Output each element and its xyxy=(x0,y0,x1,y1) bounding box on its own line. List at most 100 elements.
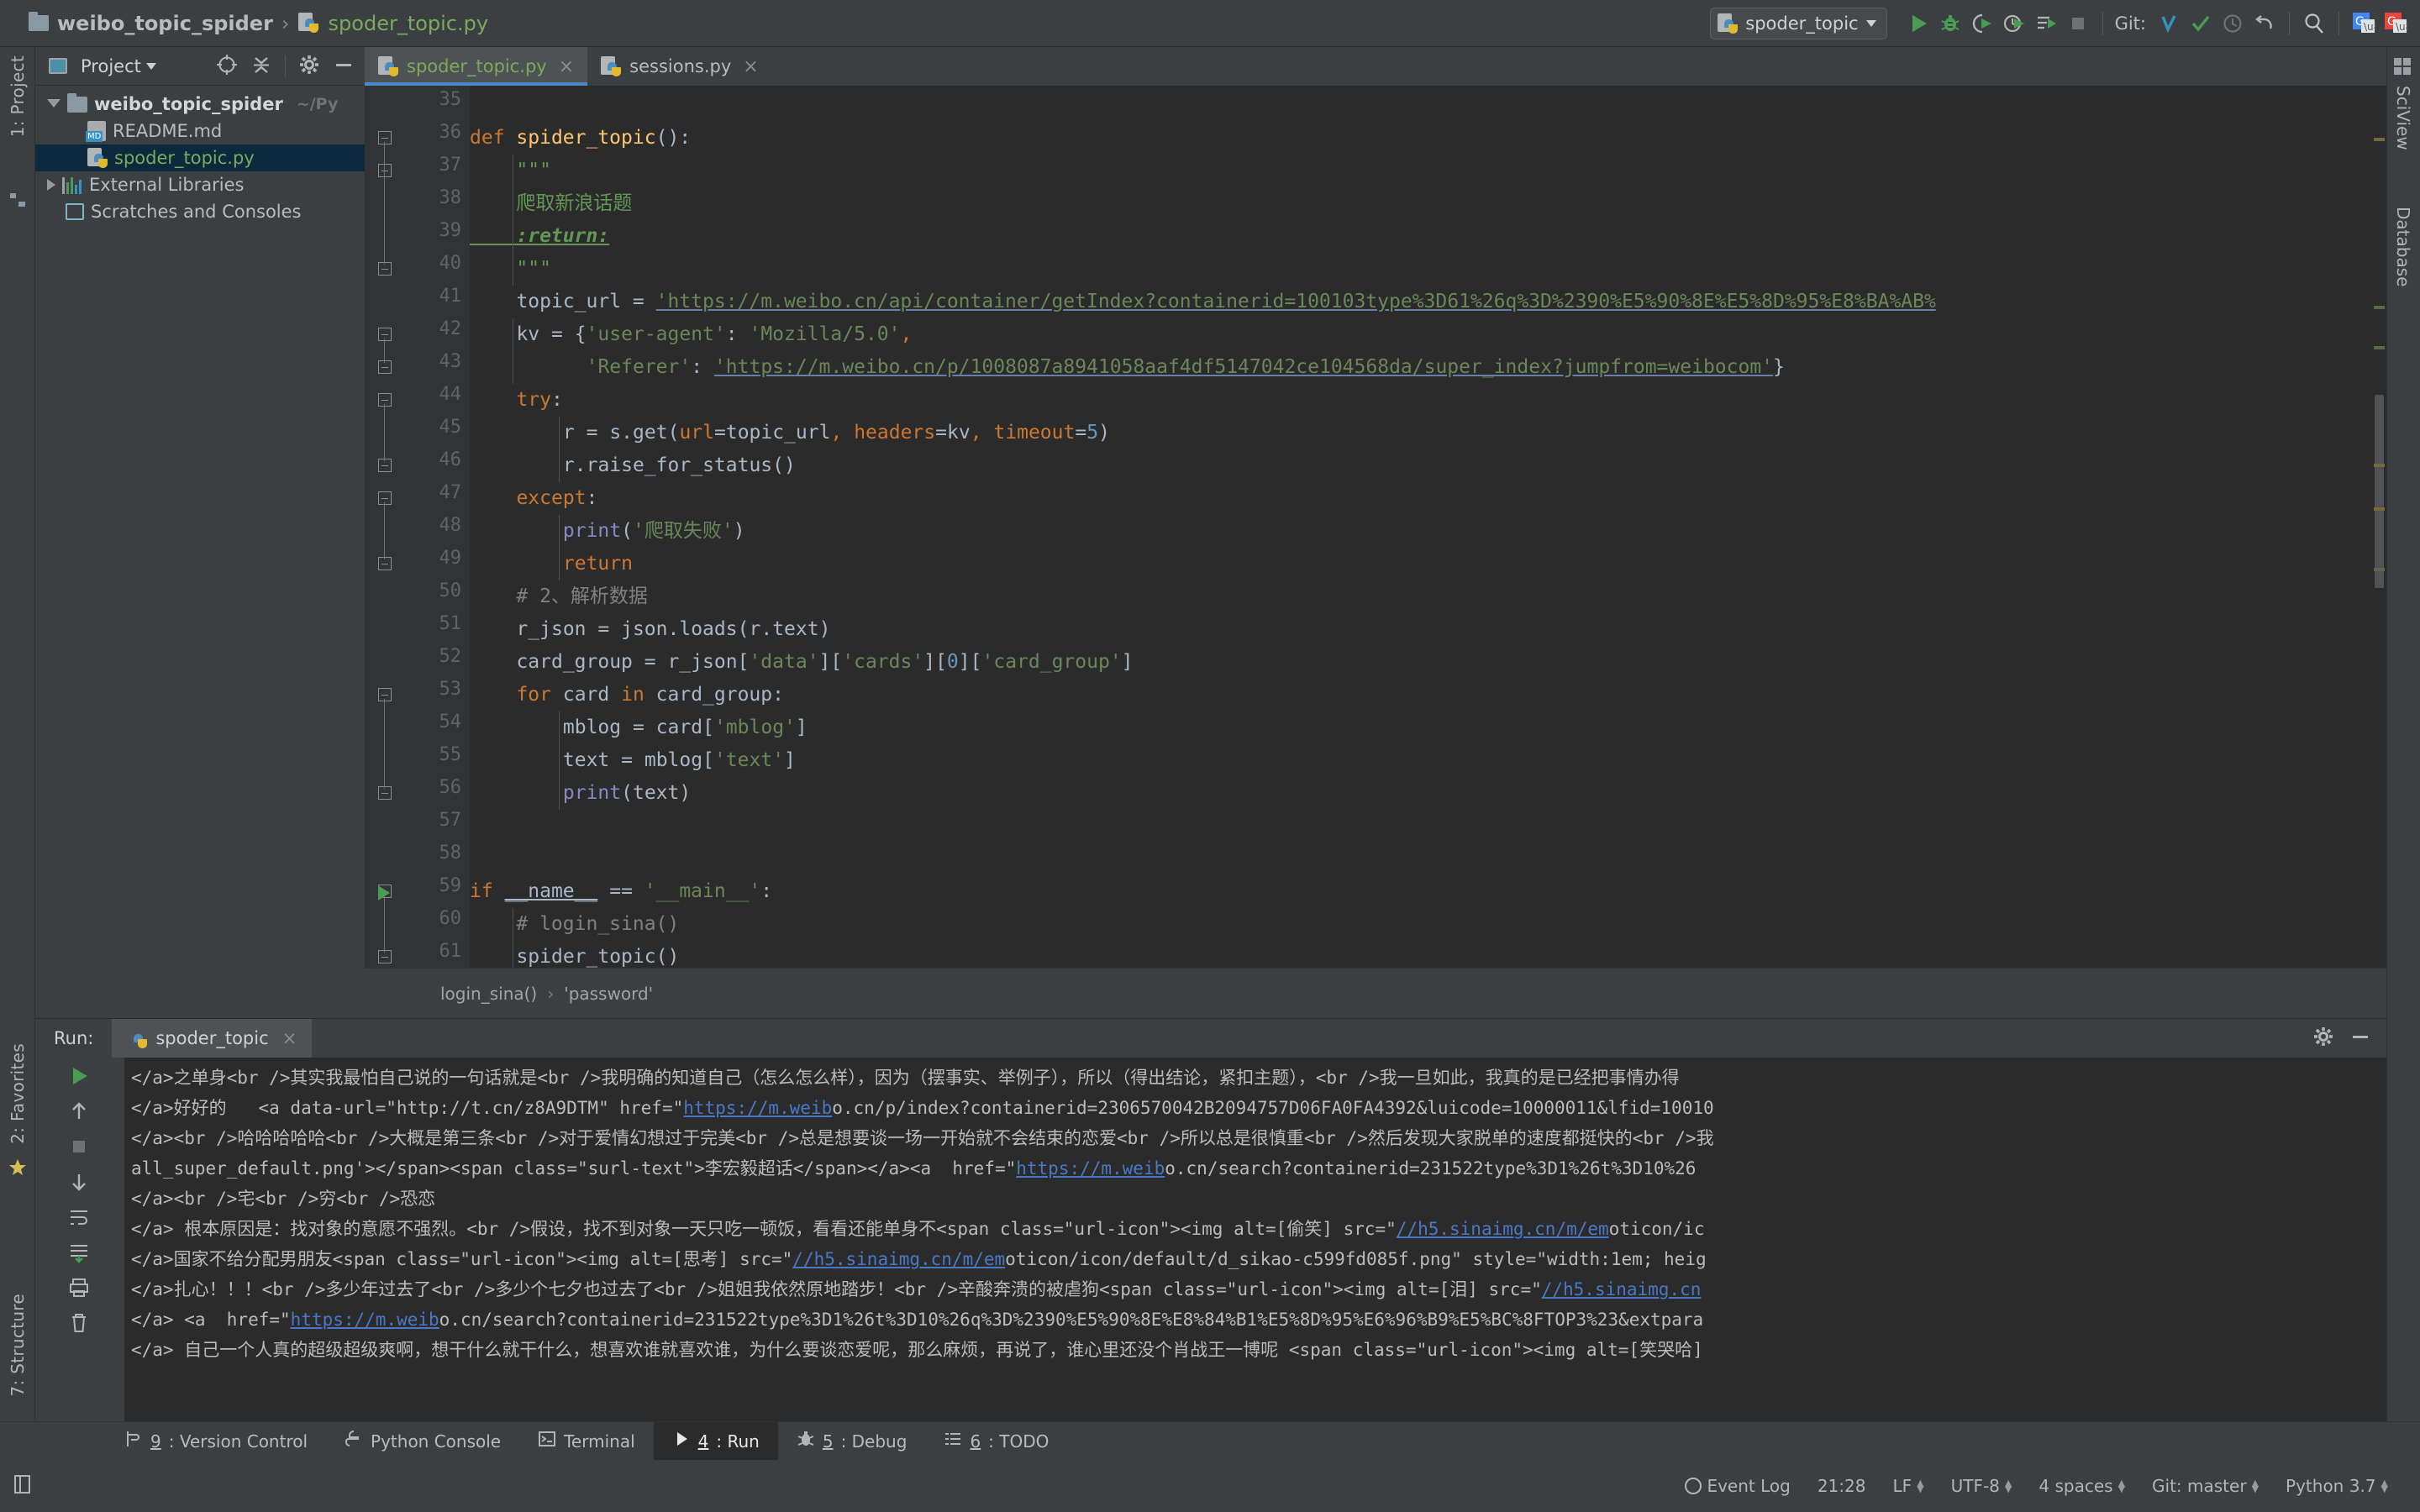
scrollbar-thumb[interactable] xyxy=(2375,395,2384,588)
code-line[interactable]: # 2、解析数据 xyxy=(470,580,648,613)
caret-position[interactable]: 21:28 xyxy=(1804,1476,1880,1496)
breadcrumb-project[interactable]: weibo_topic_spider xyxy=(57,12,273,35)
stop-process-icon[interactable] xyxy=(64,1131,94,1162)
console-output[interactable]: </a>之单身<br />其实我最怕自己说的一句话就是<br />我明确的知道自… xyxy=(124,1058,2386,1421)
code-line[interactable]: topic_url = 'https://m.weibo.cn/api/cont… xyxy=(470,286,1935,318)
code-line[interactable]: print('爬取失败') xyxy=(470,515,745,548)
clear-all-icon[interactable] xyxy=(64,1308,94,1338)
hide-panel-icon[interactable] xyxy=(2349,1026,2371,1051)
rerun-button[interactable] xyxy=(64,1061,94,1091)
tree-node-scratches[interactable]: Scratches and Consoles xyxy=(35,198,365,225)
console-line[interactable]: </a><br />宅<br />穷<br />恐恋 xyxy=(131,1184,435,1214)
show-tool-windows-icon[interactable] xyxy=(12,1473,34,1499)
code-line[interactable]: return xyxy=(470,548,633,580)
event-log-button[interactable]: Event Log xyxy=(1671,1476,1803,1496)
console-line[interactable]: all_super_default.png'></span><span clas… xyxy=(131,1153,1696,1184)
gear-icon[interactable] xyxy=(298,54,320,79)
code-line[interactable]: except: xyxy=(470,482,597,515)
hide-panel-icon[interactable] xyxy=(333,54,355,79)
tree-node-external-libraries[interactable]: External Libraries xyxy=(35,171,365,198)
run-with-params-button[interactable] xyxy=(2030,8,2062,39)
sidebar-tab-project[interactable]: 1: Project xyxy=(8,55,28,137)
project-panel-title[interactable]: Project xyxy=(81,56,156,76)
code-line[interactable]: 'Referer': 'https://m.weibo.cn/p/1008087… xyxy=(470,351,1785,384)
scroll-from-source-icon[interactable] xyxy=(216,54,238,79)
tree-node-project-root[interactable]: weibo_topic_spider ~/Py xyxy=(35,91,365,118)
code-content[interactable]: def spider_topic(): """ 爬取新浪话题 :return: … xyxy=(470,86,2386,968)
fold-marker[interactable] xyxy=(378,557,392,570)
tree-node-readme[interactable]: README.md xyxy=(35,118,365,144)
fold-marker[interactable] xyxy=(378,360,392,374)
indent-setting[interactable]: 4 spaces ▲ ▼ xyxy=(2025,1476,2139,1496)
console-line[interactable]: </a>国家不给分配男朋友<span class="url-icon"><img… xyxy=(131,1244,1707,1274)
soft-wrap-icon[interactable] xyxy=(64,1202,94,1232)
breadcrumb-item-function[interactable]: login_sina() xyxy=(440,984,537,1004)
code-line[interactable]: r_json = json.loads(r.text) xyxy=(470,613,830,646)
code-line[interactable]: text = mblog['text'] xyxy=(470,744,796,777)
fold-marker[interactable] xyxy=(378,688,392,701)
sciview-grid-icon[interactable] xyxy=(2393,57,2413,77)
profile-button[interactable] xyxy=(1998,8,2030,39)
sidebar-tab-structure[interactable]: 7: Structure xyxy=(8,1294,28,1396)
chevron-down-icon[interactable] xyxy=(47,98,60,113)
code-line[interactable]: :return: xyxy=(470,220,609,253)
run-with-coverage-button[interactable] xyxy=(1966,8,1998,39)
scroll-to-end-icon[interactable] xyxy=(64,1237,94,1268)
console-line[interactable]: </a> 自己一个人真的超级超级爽啊，想干什么就干什么，想喜欢谁就喜欢谁，为什么… xyxy=(131,1335,1703,1365)
file-encoding[interactable]: UTF-8 ▲ ▼ xyxy=(1938,1476,2026,1496)
editor-scrollbar[interactable] xyxy=(2371,124,2386,917)
code-line[interactable]: """ xyxy=(470,253,551,286)
python-interpreter-widget[interactable]: Python 3.7 ▲ ▼ xyxy=(2272,1476,2402,1496)
print-icon[interactable] xyxy=(64,1273,94,1303)
console-link[interactable]: //h5.sinaimg.cn xyxy=(1542,1279,1702,1299)
console-link[interactable]: https://m.weib xyxy=(1016,1158,1165,1179)
breadcrumb-item-value[interactable]: 'password' xyxy=(564,984,653,1004)
fold-marker[interactable] xyxy=(378,459,392,472)
tool-window-button-run[interactable]: 4: Run xyxy=(653,1421,778,1461)
git-history-icon[interactable] xyxy=(2217,8,2249,39)
code-line[interactable]: kv = {'user-agent': 'Mozilla/5.0', xyxy=(470,318,912,351)
gear-icon[interactable] xyxy=(2312,1026,2334,1051)
code-line[interactable]: # login_sina() xyxy=(470,908,679,941)
code-line[interactable]: r = s.get(url=topic_url, headers=kv, tim… xyxy=(470,417,1110,449)
code-line[interactable]: mblog = card['mblog'] xyxy=(470,711,808,744)
run-line-gutter-icon[interactable] xyxy=(378,885,390,900)
up-the-stack-trace-icon[interactable] xyxy=(64,1096,94,1126)
debug-button[interactable] xyxy=(1934,8,1966,39)
console-link[interactable]: //h5.sinaimg.cn/m/em xyxy=(792,1249,1005,1269)
run-configuration-selector[interactable]: spoder_topic xyxy=(1710,7,1887,39)
tool-window-button-pythonconsole[interactable]: Python Console xyxy=(326,1422,519,1461)
stop-button[interactable] xyxy=(2062,8,2094,39)
line-separator[interactable]: LF ▲ ▼ xyxy=(1879,1476,1937,1496)
close-icon[interactable]: × xyxy=(743,56,758,77)
git-update-project-button[interactable] xyxy=(2153,8,2185,39)
search-icon[interactable] xyxy=(2298,8,2330,39)
star-icon[interactable] xyxy=(8,1158,28,1178)
collapse-all-icon[interactable] xyxy=(250,54,272,79)
fold-marker[interactable] xyxy=(378,950,392,963)
editor-tab-spoder-topic[interactable]: spoder_topic.py × xyxy=(365,47,588,86)
code-line[interactable]: def spider_topic(): xyxy=(470,122,691,155)
right-tab-database[interactable]: Database xyxy=(2393,207,2413,286)
code-line[interactable]: r.raise_for_status() xyxy=(470,449,796,482)
down-the-stack-trace-icon[interactable] xyxy=(64,1167,94,1197)
console-line[interactable]: </a>好好的 <a data-url="http://t.cn/z8A9DTM… xyxy=(131,1093,1714,1123)
sidebar-tab-favorites[interactable]: 2: Favorites xyxy=(8,1043,28,1144)
translate-icon-red[interactable]: G\u8bd1 xyxy=(2380,8,2412,39)
tool-window-button-versioncontrol[interactable]: 9: Version Control xyxy=(106,1422,326,1461)
fold-marker[interactable] xyxy=(378,328,392,341)
console-link[interactable]: https://m.weib xyxy=(683,1098,832,1118)
git-revert-button[interactable] xyxy=(2249,8,2281,39)
translate-icon-blue[interactable]: G\u8bd1 xyxy=(2348,8,2380,39)
tool-window-button-debug[interactable]: 5: Debug xyxy=(778,1422,926,1461)
console-line[interactable]: </a> 根本原因是：找对象的意愿不强烈。<br />假设，找不到对象一天只吃一… xyxy=(131,1214,1704,1244)
close-icon[interactable]: × xyxy=(559,56,574,77)
tree-node-spoder-topic[interactable]: spoder_topic.py xyxy=(35,144,365,171)
console-link[interactable]: //h5.sinaimg.cn/m/em xyxy=(1397,1219,1609,1239)
tool-window-button-todo[interactable]: 6: TODO xyxy=(925,1422,1067,1461)
console-line[interactable]: </a>之单身<br />其实我最怕自己说的一句话就是<br />我明确的知道自… xyxy=(131,1063,1680,1093)
git-branch-widget[interactable]: Git: master ▲ ▼ xyxy=(2139,1476,2272,1496)
console-link[interactable]: https://m.weib xyxy=(291,1310,439,1330)
fold-marker[interactable] xyxy=(378,131,392,144)
fold-marker[interactable] xyxy=(378,262,392,276)
